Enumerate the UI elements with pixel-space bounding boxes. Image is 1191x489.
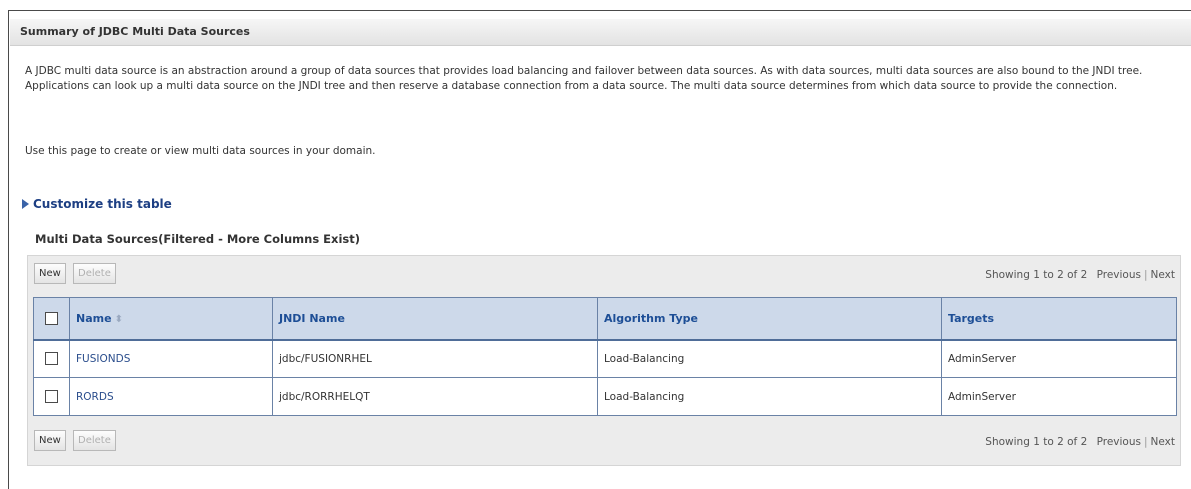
pager-bottom: Showing 1 to 2 of 2 Previous | Next <box>985 436 1175 448</box>
table-row: FUSIONDS jdbc/FUSIONRHEL Load-Balancing … <box>33 339 1177 378</box>
delete-button-bottom[interactable]: Delete <box>73 430 116 451</box>
targets-cell: AdminServer <box>941 377 1177 416</box>
pager-status: Showing 1 to 2 of 2 <box>985 436 1088 448</box>
expand-triangle-icon <box>22 199 29 209</box>
customize-table-link[interactable]: Customize this table <box>22 197 172 211</box>
pager-separator: | <box>1143 269 1148 281</box>
targets-cell: AdminServer <box>941 339 1177 378</box>
table-panel: New Delete Showing 1 to 2 of 2 Previous |… <box>27 255 1181 466</box>
select-all-checkbox[interactable] <box>45 312 58 325</box>
table-row: RORDS jdbc/RORRHELQT Load-Balancing Admi… <box>33 377 1177 416</box>
row-checkbox[interactable] <box>45 352 58 366</box>
name-cell: RORDS <box>69 377 273 416</box>
jndi-cell: jdbc/RORRHELQT <box>272 377 598 416</box>
column-label-name: Name <box>76 311 112 325</box>
name-cell: FUSIONDS <box>69 339 273 378</box>
new-button-bottom[interactable]: New <box>34 430 66 451</box>
column-header-algorithm-type[interactable]: Algorithm Type <box>597 297 942 341</box>
select-all-cell <box>33 297 70 341</box>
sort-icon[interactable]: ⬍ <box>115 314 123 325</box>
column-header-jndi-name[interactable]: JNDI Name <box>272 297 598 341</box>
table-header-row: Name ⬍ JNDI Name Algorithm Type Targets <box>33 297 1177 341</box>
next-link[interactable]: Next <box>1151 269 1175 281</box>
new-button-top[interactable]: New <box>34 263 66 284</box>
next-link[interactable]: Next <box>1151 436 1175 448</box>
jndi-cell: jdbc/FUSIONRHEL <box>272 339 598 378</box>
previous-link[interactable]: Previous <box>1097 269 1141 281</box>
row-select-cell <box>33 377 70 416</box>
row-select-cell <box>33 339 70 378</box>
table-title: Multi Data Sources(Filtered - More Colum… <box>35 232 360 246</box>
algorithm-cell: Load-Balancing <box>597 339 942 378</box>
page-title: Summary of JDBC Multi Data Sources <box>10 19 1191 46</box>
data-source-link[interactable]: RORDS <box>76 391 114 403</box>
usage-text: Use this page to create or view multi da… <box>25 145 376 157</box>
pager-status: Showing 1 to 2 of 2 <box>985 269 1088 281</box>
pager-top: Showing 1 to 2 of 2 Previous | Next <box>985 269 1175 281</box>
row-checkbox[interactable] <box>45 390 58 403</box>
intro-paragraph: A JDBC multi data source is an abstracti… <box>25 65 1143 92</box>
data-source-link[interactable]: FUSIONDS <box>76 353 130 365</box>
previous-link[interactable]: Previous <box>1097 436 1141 448</box>
column-header-targets[interactable]: Targets <box>941 297 1177 341</box>
algorithm-cell: Load-Balancing <box>597 377 942 416</box>
delete-button-top[interactable]: Delete <box>73 263 116 284</box>
customize-label: Customize this table <box>33 197 172 211</box>
multi-data-sources-table: Name ⬍ JNDI Name Algorithm Type Targets F… <box>33 297 1177 416</box>
column-header-name[interactable]: Name ⬍ <box>69 297 273 341</box>
pager-separator: | <box>1143 436 1148 448</box>
